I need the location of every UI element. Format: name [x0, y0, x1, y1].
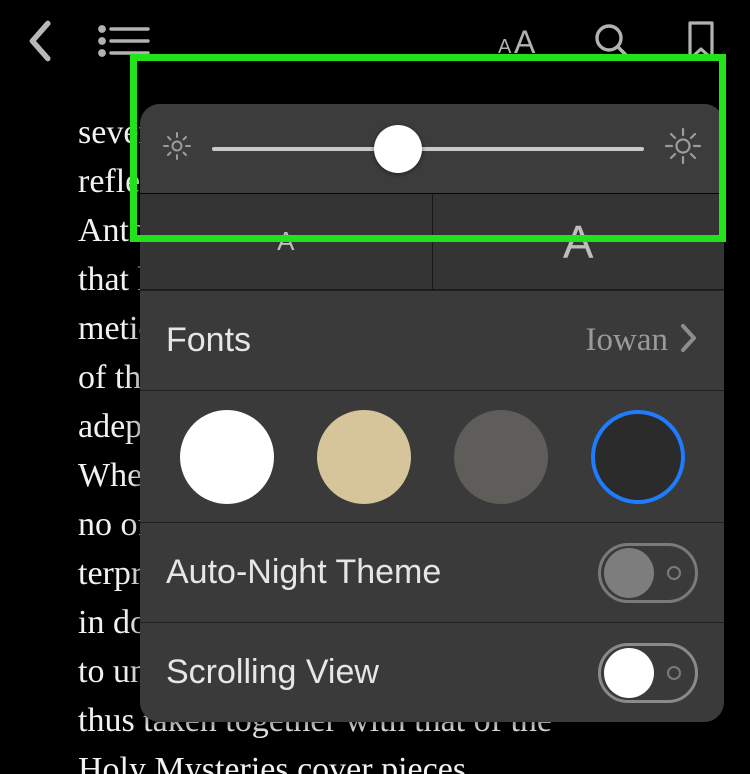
theme-sepia-swatch[interactable] — [317, 410, 411, 504]
font-size-increase-button[interactable]: A — [433, 194, 725, 289]
font-size-decrease-button[interactable]: A — [140, 194, 433, 289]
theme-white-swatch[interactable] — [180, 410, 274, 504]
brightness-high-icon — [664, 127, 702, 170]
theme-gray-swatch[interactable] — [454, 410, 548, 504]
theme-black-swatch[interactable] — [591, 410, 685, 504]
appearance-icon[interactable]: A A — [490, 23, 538, 59]
back-icon[interactable] — [24, 19, 54, 63]
appearance-panel: A A Fonts Iowan Auto-Night Theme Scrolli… — [140, 104, 724, 722]
bookmark-icon[interactable] — [686, 20, 716, 62]
auto-night-row: Auto-Night Theme — [140, 522, 724, 622]
search-icon[interactable] — [592, 21, 632, 61]
svg-text:A: A — [498, 36, 512, 58]
font-size-row: A A — [140, 194, 724, 290]
svg-text:A: A — [514, 24, 536, 59]
fonts-row-value: Iowan — [586, 322, 668, 359]
brightness-row — [140, 104, 724, 194]
auto-night-label: Auto-Night Theme — [166, 553, 441, 592]
brightness-slider[interactable] — [212, 147, 644, 151]
scrolling-view-label: Scrolling View — [166, 653, 379, 692]
toc-icon[interactable] — [98, 24, 150, 58]
theme-swatch-row — [140, 390, 724, 522]
fonts-row[interactable]: Fonts Iowan — [140, 290, 724, 390]
brightness-slider-thumb[interactable] — [374, 125, 422, 173]
brightness-low-icon — [162, 131, 192, 166]
top-toolbar: A A — [0, 0, 750, 82]
auto-night-toggle[interactable] — [598, 543, 698, 603]
fonts-row-label: Fonts — [166, 321, 251, 360]
chevron-right-icon — [680, 323, 698, 358]
scrolling-view-row: Scrolling View — [140, 622, 724, 722]
scrolling-view-toggle[interactable] — [598, 643, 698, 703]
